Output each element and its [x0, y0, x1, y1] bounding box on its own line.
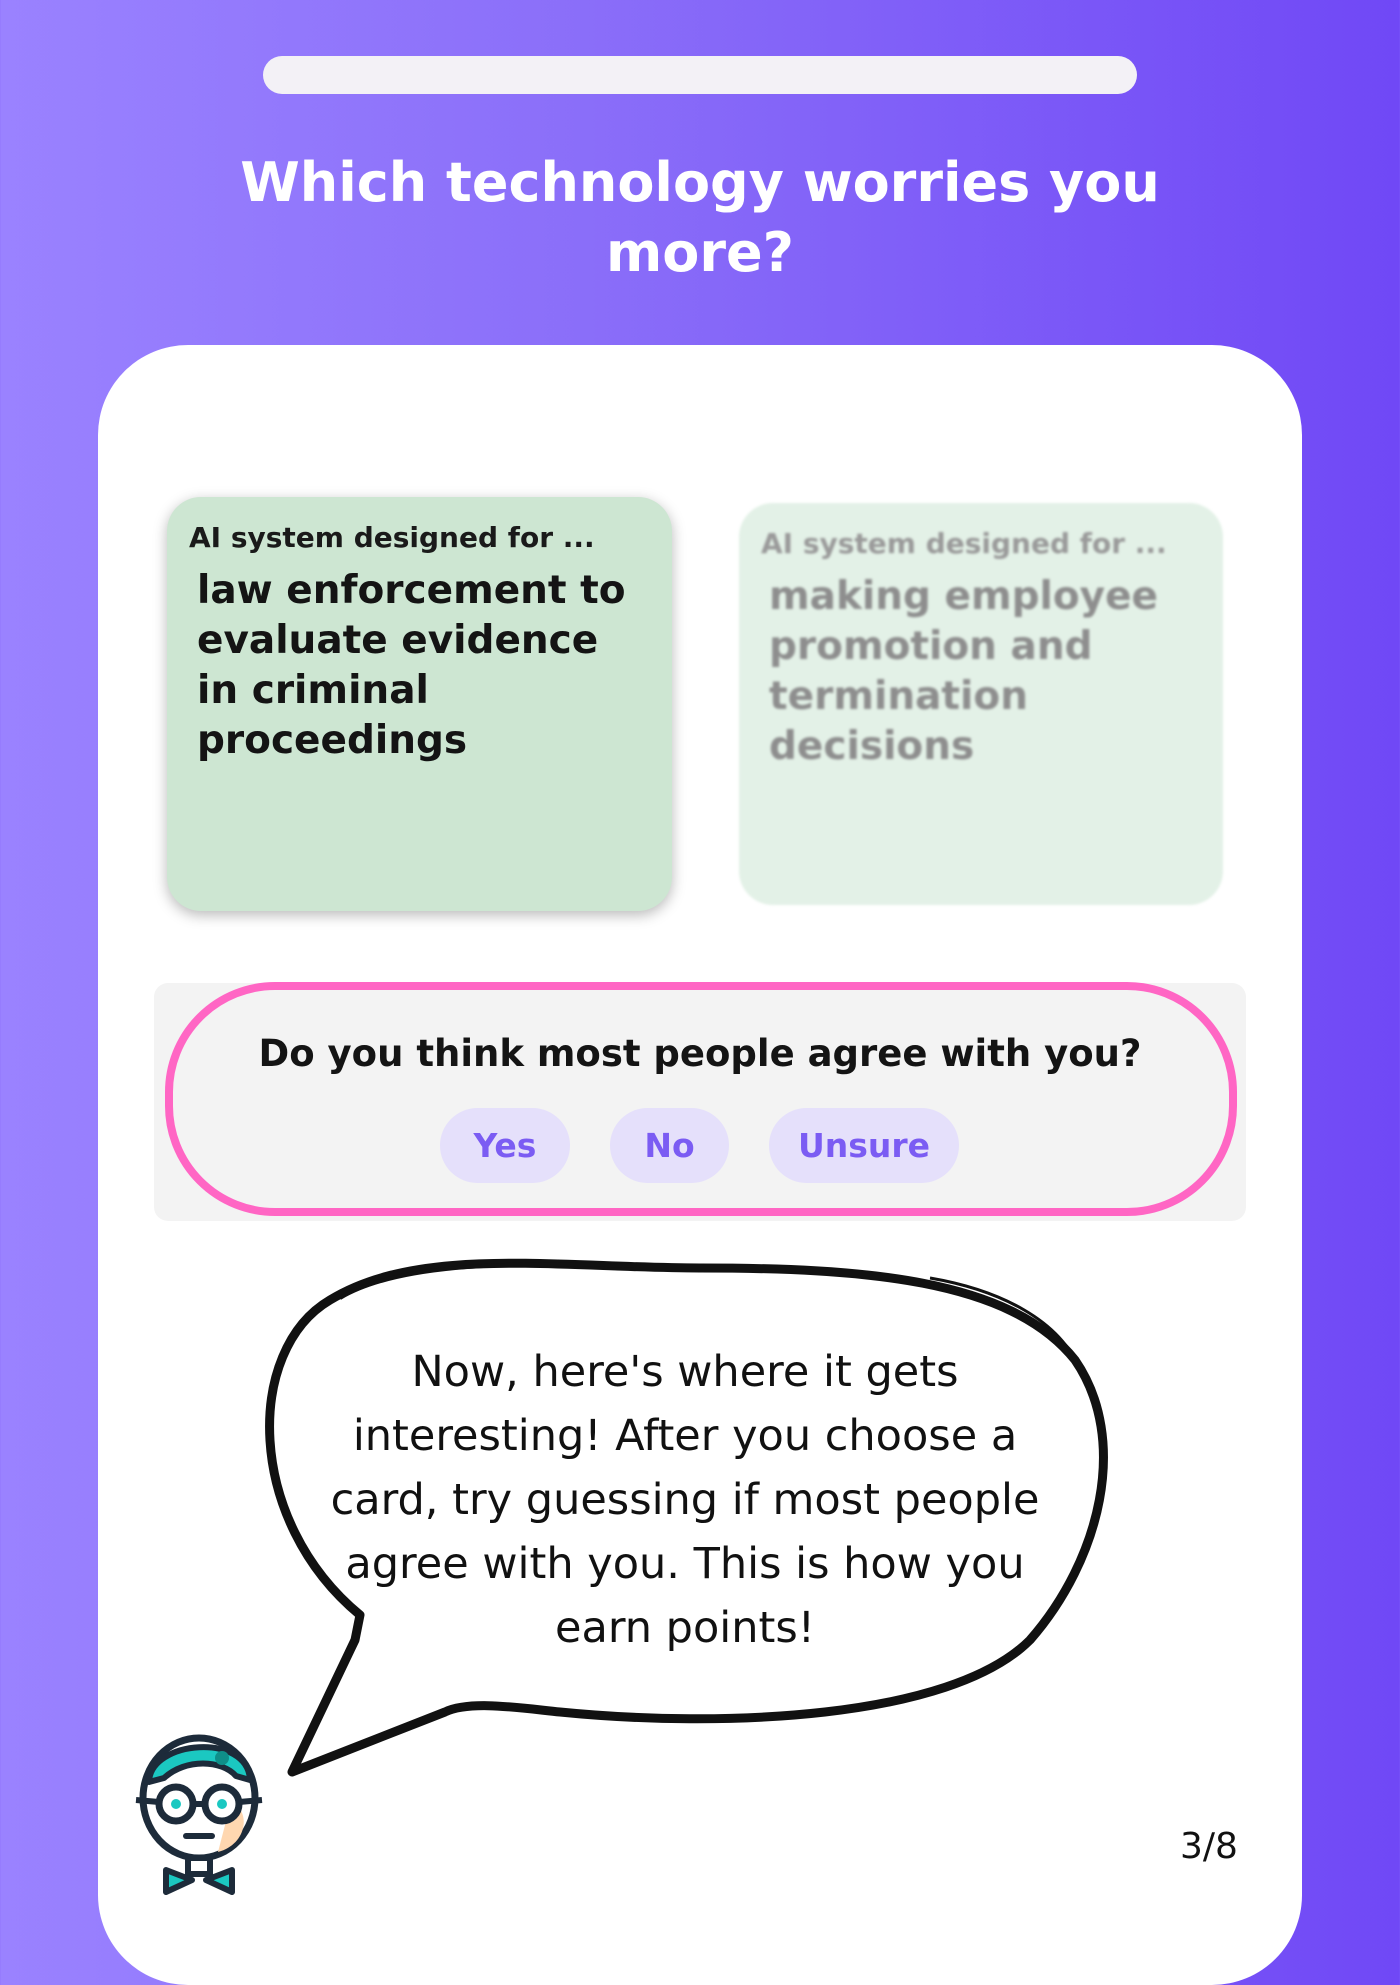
page-counter: 3/8	[1180, 1826, 1238, 1867]
robot-professor-icon	[135, 1734, 263, 1895]
guide-message: Now, here's where it gets interesting! A…	[330, 1347, 1040, 1653]
